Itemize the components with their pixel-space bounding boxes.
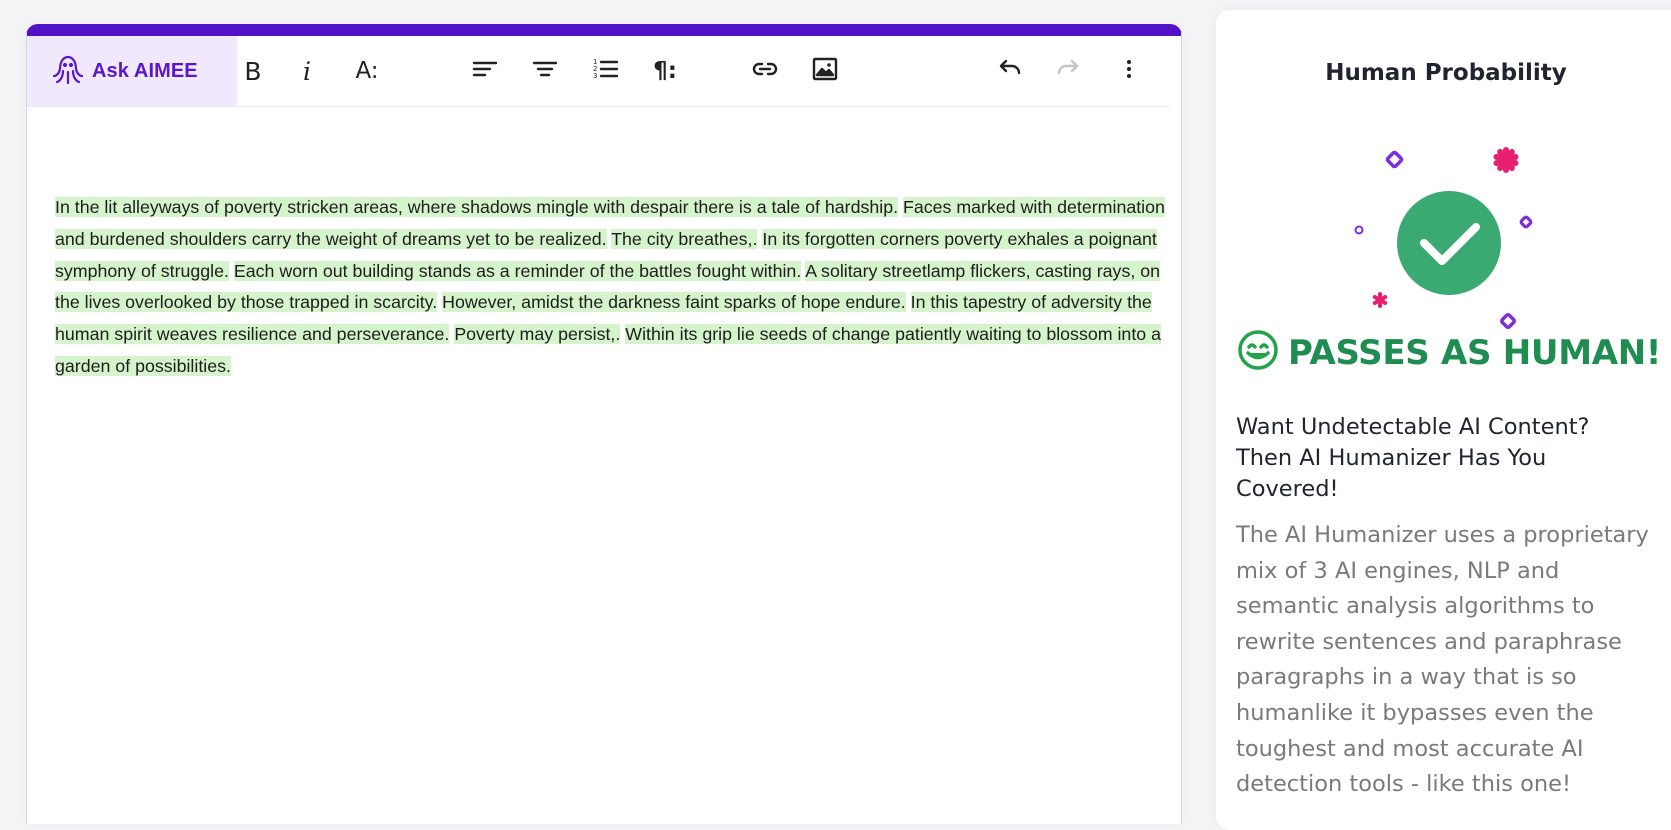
redo-icon [1054,54,1084,88]
highlighted-sentence: The city breathes,. [611,228,758,249]
editor-content[interactable]: In the lit alleyways of poverty stricken… [55,192,1175,383]
smiley-icon [1236,328,1280,377]
highlighted-sentence: Poverty may persist,. [454,324,621,345]
undo-button[interactable] [991,53,1027,89]
highlighted-sentence: Each worn out building stands as a remin… [233,260,802,281]
highlighted-sentence: In the lit alleyways of poverty stricken… [55,197,899,217]
font-size-label: A: [355,58,379,84]
octopus-icon [51,52,85,91]
font-size-button[interactable]: A: [349,53,385,89]
promo-description: The AI Humanizer uses a proprietary mix … [1236,522,1649,798]
results-panel: Human Probability PASSES AS HUMAN! Want … [1216,10,1671,830]
panel-title: Human Probability [1325,60,1567,86]
numbered-list-button[interactable]: 1 2 3 [587,53,623,89]
highlighted-sentence: However, amidst the darkness faint spark… [442,292,906,313]
italic-button[interactable]: i [289,53,325,89]
svg-text:3: 3 [593,72,597,80]
undo-icon [994,54,1024,88]
more-options-button[interactable] [1111,53,1147,89]
numbered-list-icon: 1 2 3 [590,54,620,88]
paragraph-button[interactable]: ¶: [647,53,683,89]
verdict-row: PASSES AS HUMAN! [1236,328,1671,377]
check-circle-icon [1397,191,1501,295]
bold-button[interactable]: B [235,53,271,89]
link-icon [750,54,780,88]
ask-aimee-label: Ask AIMEE [92,60,198,82]
image-icon [810,54,840,88]
align-left-icon [470,54,500,88]
redo-button[interactable] [1051,53,1087,89]
link-button[interactable] [747,53,783,89]
editor-toolbar: Ask AIMEE B i A: 1 2 3 ¶: [27,36,1171,107]
paragraph-label: ¶: [653,58,677,84]
image-button[interactable] [807,53,843,89]
align-center-button[interactable] [527,53,563,89]
align-center-icon [530,54,560,88]
verdict-text: PASSES AS HUMAN! [1288,332,1662,373]
success-badge [1326,130,1556,330]
align-left-button[interactable] [467,53,503,89]
italic-label: i [303,56,311,86]
more-vertical-icon [1114,54,1144,88]
ask-aimee-button[interactable]: Ask AIMEE [27,36,237,107]
promo-heading: Want Undetectable AI Content? Then AI Hu… [1236,414,1590,502]
text-editor: Ask AIMEE B i A: 1 2 3 ¶: In the lit all… [26,24,1182,824]
bold-label: B [244,56,262,86]
